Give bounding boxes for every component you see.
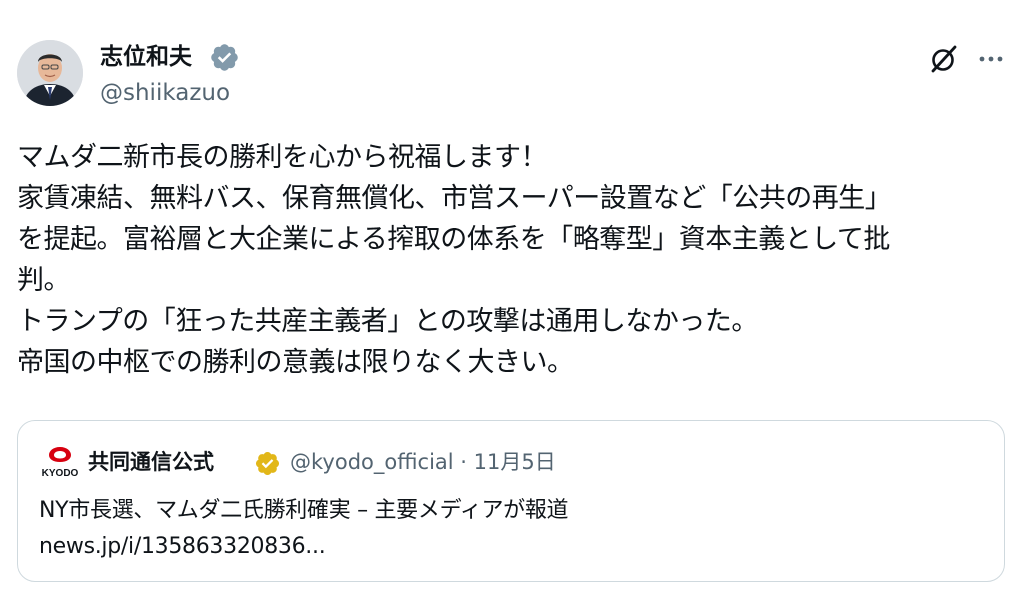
quoted-post-text: NY市長選、マムダ二氏勝利確実 – 主要メディアが報道 news.jp/i/13… xyxy=(39,493,569,565)
quoted-handle-date[interactable]: @kyodo_official · 11月5日 xyxy=(290,447,556,477)
post-text-line: マムダ二新市長の勝利を心から祝福します！ xyxy=(17,142,548,173)
post-text-line: 家賃凍結、無料バス、保育無償化、市営スーパー設置など「公共の再生」 xyxy=(17,183,892,214)
verified-org-badge-icon xyxy=(255,451,280,476)
svg-text:KYODO: KYODO xyxy=(42,468,79,479)
verified-badge-icon xyxy=(211,44,238,71)
post-text-line: トランプの「狂った共産主義者」との攻撃は通用しなかった。 xyxy=(17,306,758,337)
quoted-post-card[interactable]: KYODO 共同通信公式 @kyodo_official · 11月5日 NY市… xyxy=(17,420,1005,582)
more-options-icon[interactable] xyxy=(976,44,1006,74)
quoted-text-line: NY市長選、マムダ二氏勝利確実 – 主要メディアが報道 xyxy=(39,498,569,523)
post-text-line: 判。 xyxy=(17,265,71,296)
author-avatar[interactable] xyxy=(17,40,83,106)
quoted-link-text[interactable]: news.jp/i/135863320836... xyxy=(39,529,568,565)
post-text-line: 帝国の中枢での勝利の意義は限りなく大きい。 xyxy=(17,347,574,378)
author-display-name[interactable]: 志位和夫 xyxy=(100,40,192,74)
post: 志位和夫 @shiikazuo マムダ二新市長の勝利を心から祝福します！ 家賃凍… xyxy=(0,0,1028,610)
post-text-line: を提起。富裕層と大企業による搾取の体系を「略奪型」資本主義として批 xyxy=(17,224,890,255)
grok-icon[interactable] xyxy=(927,42,961,76)
quoted-author-name[interactable]: 共同通信公式 xyxy=(88,447,214,477)
post-text: マムダ二新市長の勝利を心から祝福します！ 家賃凍結、無料バス、保育無償化、市営ス… xyxy=(17,137,1012,383)
kyodo-logo-icon: KYODO xyxy=(40,445,80,481)
author-handle[interactable]: @shiikazuo xyxy=(100,78,230,108)
